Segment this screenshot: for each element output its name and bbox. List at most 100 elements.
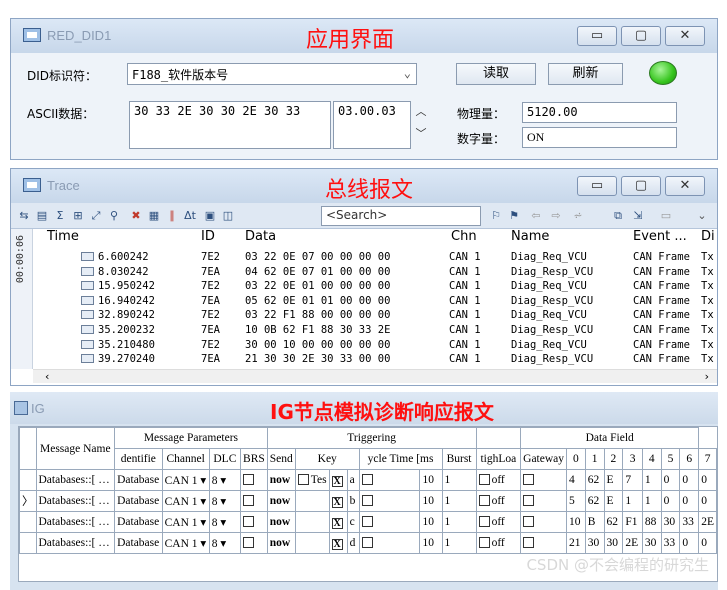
highload-cell[interactable]: off (475, 511, 522, 533)
filter-icon[interactable]: ⇆ (17, 209, 31, 222)
key-enable-checkbox[interactable]: X (328, 511, 348, 533)
gateway-checkbox[interactable] (520, 490, 568, 512)
binoculars-icon[interactable]: ⚲ (107, 209, 121, 222)
data-byte[interactable]: 62 (584, 469, 605, 491)
data-byte[interactable]: 33 (679, 511, 700, 533)
data-byte[interactable]: 1 (622, 490, 643, 512)
channel-select[interactable]: CAN 1 ▾ (161, 490, 210, 512)
data-byte[interactable]: 2E (622, 532, 643, 554)
back-icon[interactable]: ⇦ (529, 209, 543, 222)
search-input[interactable]: <Search> (321, 206, 481, 226)
col-highload[interactable]: tighLoa (475, 448, 522, 470)
key-value-cell[interactable]: d (346, 532, 360, 554)
ig-row[interactable]: 〉 Databases::[ … Database CAN 1 ▾ 8 ▾ no… (19, 490, 717, 512)
ig-row[interactable]: Databases::[ … Database CAN 1 ▾ 8 ▾ now … (19, 469, 717, 491)
col-event[interactable]: Event ... (633, 229, 687, 249)
identifier-cell[interactable]: Database (114, 532, 163, 554)
data-byte[interactable]: 0 (679, 469, 700, 491)
window-icon[interactable]: ◫ (221, 209, 235, 222)
key-value-cell[interactable]: a (346, 469, 360, 491)
delete-icon[interactable]: ✖ (129, 209, 143, 222)
channel-select[interactable]: CAN 1 ▾ (161, 532, 210, 554)
chevron-down-icon[interactable]: ﹀ (413, 123, 429, 145)
data-byte[interactable]: 2E (698, 511, 717, 533)
key-enable-checkbox[interactable]: X (328, 532, 348, 554)
data-byte[interactable]: 88 (641, 511, 662, 533)
data-byte[interactable]: 30 (584, 532, 605, 554)
data-byte[interactable]: 33 (660, 532, 681, 554)
find-prev-icon[interactable]: ⚑ (507, 209, 521, 222)
data-byte[interactable]: 4 (566, 469, 586, 491)
col-data[interactable]: Data (245, 229, 276, 249)
gateway-checkbox[interactable] (520, 511, 568, 533)
data-byte[interactable]: F1 (622, 511, 643, 533)
horizontal-scrollbar[interactable]: ‹ › (33, 369, 717, 383)
digital-value-field[interactable]: ON (522, 127, 677, 148)
data-byte[interactable]: 7 (622, 469, 643, 491)
identifier-cell[interactable]: Database (114, 469, 163, 491)
key-text-cell[interactable]: Tes (294, 469, 330, 491)
send-now-button[interactable]: now (266, 469, 296, 491)
col-dir[interactable]: Di (701, 229, 715, 249)
data-byte[interactable]: 0 (698, 490, 717, 512)
layout-icon[interactable]: ▭ (659, 209, 673, 222)
maximize-button[interactable]: ▢ (621, 26, 661, 46)
key-enable-checkbox[interactable]: X (328, 469, 348, 491)
ig-row[interactable]: Databases::[ … Database CAN 1 ▾ 8 ▾ now … (19, 532, 717, 554)
data-byte[interactable]: 0 (660, 469, 681, 491)
data-byte[interactable]: 0 (679, 532, 700, 554)
col-burst[interactable]: Burst (441, 448, 477, 470)
brs-checkbox[interactable] (240, 469, 268, 491)
maximize-button[interactable]: ▢ (621, 176, 661, 196)
channel-select[interactable]: CAN 1 ▾ (161, 469, 210, 491)
burst-cell[interactable]: 1 (441, 490, 477, 512)
cycle-checkbox[interactable] (358, 511, 421, 533)
data-byte[interactable]: 1 (641, 469, 662, 491)
col-message-name[interactable]: Message Name (35, 427, 116, 470)
ascii-hex-field[interactable]: 30 33 2E 30 30 2E 30 33 (129, 101, 331, 149)
cycle-checkbox[interactable] (358, 532, 421, 554)
highload-cell[interactable]: off (475, 532, 522, 554)
identifier-cell[interactable]: Database (114, 511, 163, 533)
col-key[interactable]: Key (294, 448, 360, 470)
brs-checkbox[interactable] (240, 511, 268, 533)
trace-row[interactable]: 35.210480 7E2 30 00 10 00 00 00 00 00 CAN 1… (33, 339, 717, 354)
data-byte[interactable]: 0 (698, 532, 717, 554)
ascii-text-field[interactable]: 03.00.03 (333, 101, 411, 149)
data-byte[interactable]: 5 (566, 490, 586, 512)
data-byte[interactable]: 62 (603, 511, 624, 533)
col-send[interactable]: Send (266, 448, 296, 470)
trace-row[interactable]: 8.030242 7EA 04 62 0E 07 01 00 00 00 CAN 1D… (33, 266, 717, 281)
message-name-cell[interactable]: Databases::[ … (35, 469, 116, 491)
message-name-cell[interactable]: Databases::[ … (35, 532, 116, 554)
dlc-select[interactable]: 8 ▾ (208, 469, 242, 491)
sigma-icon[interactable]: Σ (53, 209, 67, 222)
data-byte[interactable]: E (603, 469, 624, 491)
scroll-lock-icon[interactable]: ▣ (203, 209, 217, 222)
send-now-button[interactable]: now (266, 490, 296, 512)
data-byte[interactable]: 30 (641, 532, 662, 554)
dlc-select[interactable]: 8 ▾ (208, 490, 242, 512)
trace-row[interactable]: 32.890242 7E2 03 22 F1 88 00 00 00 00 CAN 1… (33, 309, 717, 324)
data-byte[interactable]: 21 (566, 532, 586, 554)
key-value-cell[interactable]: b (346, 490, 360, 512)
message-name-cell[interactable]: Databases::[ … (35, 490, 116, 512)
trace-row[interactable]: 16.940242 7EA 05 62 0E 01 01 00 00 00 CAN 1… (33, 295, 717, 310)
col-channel[interactable]: Channel (161, 448, 210, 470)
col-chn[interactable]: Chn (451, 229, 477, 249)
ascii-scrollbar[interactable]: ︿ ﹀ (413, 101, 429, 149)
burst-cell[interactable]: 1 (441, 532, 477, 554)
dlc-select[interactable]: 8 ▾ (208, 532, 242, 554)
cycle-time-cell[interactable]: 10 (419, 511, 443, 533)
physical-value-field[interactable]: 5120.00 (522, 102, 677, 123)
send-now-button[interactable]: now (266, 511, 296, 533)
gateway-checkbox[interactable] (520, 532, 568, 554)
read-button[interactable]: 读取 (456, 63, 536, 85)
chevron-left-icon[interactable]: ‹ (45, 370, 49, 383)
data-byte[interactable]: 0 (660, 490, 681, 512)
find-next-icon[interactable]: ⚐ (489, 209, 503, 222)
col-dlc[interactable]: DLC (208, 448, 242, 470)
identifier-cell[interactable]: Database (114, 490, 163, 512)
delta-time-icon[interactable]: Δt (183, 209, 197, 222)
send-now-button[interactable]: now (266, 532, 296, 554)
